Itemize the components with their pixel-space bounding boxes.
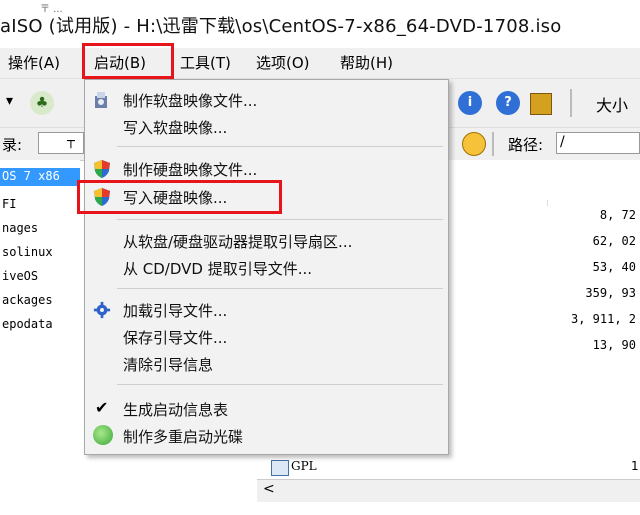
menu-boot-highlight <box>82 43 174 79</box>
menu-item-label: 写入软盘映像... <box>123 119 228 137</box>
file-size: 1 <box>631 459 639 473</box>
scroll-left-arrow[interactable]: < <box>263 481 275 497</box>
dropdown-arrow-icon[interactable]: ▾ <box>6 93 13 109</box>
path-value: / <box>560 134 565 150</box>
directory-label: 录: <box>2 136 23 154</box>
write-hdd-highlight <box>77 180 282 214</box>
tree-item[interactable]: nages <box>2 221 38 235</box>
exit-icon[interactable] <box>530 93 552 115</box>
tree-item[interactable]: FI <box>2 197 16 211</box>
wizard-icon[interactable]: ♣ <box>30 91 54 115</box>
menu-help[interactable]: 帮助(H) <box>340 48 393 78</box>
file-size: 53, 40 <box>592 260 636 274</box>
menu-separator <box>117 219 443 220</box>
checkmark-icon: ✔ <box>95 398 109 417</box>
menu-item-label: 制作软盘映像文件... <box>123 92 258 110</box>
menu-item-extract-boot-sector[interactable]: 从软盘/硬盘驱动器提取引导扇区... <box>85 228 448 254</box>
menu-item-make-floppy-image[interactable]: 制作软盘映像文件... <box>85 87 448 113</box>
menu-item-label: 制作硬盘映像文件... <box>123 161 258 179</box>
menu-options[interactable]: 选项(O) <box>256 48 310 78</box>
menu-item-label: 保存引导文件... <box>123 329 228 347</box>
menu-separator <box>117 288 443 289</box>
file-icon <box>271 460 289 476</box>
directory-tree: OS 7 x86 FI nages solinux iveOS ackages … <box>0 160 80 515</box>
menu-item-make-multiboot-disc[interactable]: 制作多重启动光碟 <box>85 423 448 449</box>
menu-item-label: 加载引导文件... <box>123 302 228 320</box>
green-disc-icon <box>93 425 113 445</box>
tree-item[interactable]: ackages <box>2 293 53 307</box>
path-field[interactable]: / <box>556 132 640 154</box>
size-label: 大小 <box>596 96 629 115</box>
tree-item[interactable]: iveOS <box>2 269 38 283</box>
shield-icon <box>94 160 110 178</box>
tree-item-root: OS 7 x86 <box>2 169 60 183</box>
menu-item-clear-boot-info[interactable]: 清除引导信息 <box>85 351 448 377</box>
path-label: 路径: <box>508 136 544 154</box>
menu-item-label: 从 CD/DVD 提取引导文件... <box>123 260 313 278</box>
boot-menu-dropdown: 制作软盘映像文件... 写入软盘映像... 制作硬盘映像文件... 写入硬盘映像… <box>77 79 449 455</box>
column-divider <box>547 200 548 206</box>
menu-separator <box>117 384 443 385</box>
menu-item-make-hdd-image[interactable]: 制作硬盘映像文件... <box>85 156 448 182</box>
refresh-icon[interactable] <box>462 132 486 156</box>
window-title: aISO (试用版) - H:\迅雷下载\os\CentOS-7-x86_64-… <box>0 16 562 37</box>
file-name[interactable]: GPL <box>291 459 317 473</box>
menu-item-label: 清除引导信息 <box>123 356 214 374</box>
menu-operation[interactable]: 操作(A) <box>8 48 60 78</box>
menu-item-generate-boot-info-table[interactable]: ✔ 生成启动信息表 <box>85 396 448 422</box>
menu-item-save-boot-file[interactable]: 保存引导文件... <box>85 324 448 350</box>
file-size: 3, 911, 2 <box>570 312 636 326</box>
menu-item-label: 生成启动信息表 <box>123 401 229 419</box>
tree-selection[interactable]: OS 7 x86 <box>0 168 80 186</box>
floppy-install-icon <box>95 92 107 108</box>
menu-item-load-boot-file[interactable]: 加载引导文件... <box>85 297 448 323</box>
file-size: 359, 93 <box>585 286 636 300</box>
file-size: 8, 72 <box>599 208 636 222</box>
file-list-bottom: GPL 1 < <box>257 455 640 515</box>
menu-bar: 操作(A) 启动(B) 工具(T) 选项(O) 帮助(H) <box>0 43 640 79</box>
file-size: 13, 90 <box>592 338 636 352</box>
menu-item-extract-boot-file[interactable]: 从 CD/DVD 提取引导文件... <box>85 255 448 281</box>
menu-tools[interactable]: 工具(T) <box>180 48 231 78</box>
menu-item-label: 制作多重启动光碟 <box>123 428 244 446</box>
gear-icon <box>93 301 111 319</box>
directory-field[interactable]: ┬ <box>38 132 84 154</box>
help-icon[interactable]: ? <box>496 91 520 115</box>
directory-value: ┬ <box>67 134 75 149</box>
info-icon[interactable]: i <box>458 91 482 115</box>
file-size: 62, 02 <box>592 234 636 248</box>
toolbar-separator <box>570 89 572 117</box>
title-bar: 〒 ... aISO (试用版) - H:\迅雷下载\os\CentOS-7-x… <box>0 0 640 48</box>
menu-item-write-floppy-image[interactable]: 写入软盘映像... <box>85 114 448 140</box>
menu-separator <box>117 146 443 147</box>
horizontal-scrollbar[interactable]: < <box>257 479 640 502</box>
menu-item-label: 从软盘/硬盘驱动器提取引导扇区... <box>123 233 353 251</box>
tree-item[interactable]: solinux <box>2 245 53 259</box>
tree-item[interactable]: epodata <box>2 317 53 331</box>
address-separator <box>492 132 494 156</box>
